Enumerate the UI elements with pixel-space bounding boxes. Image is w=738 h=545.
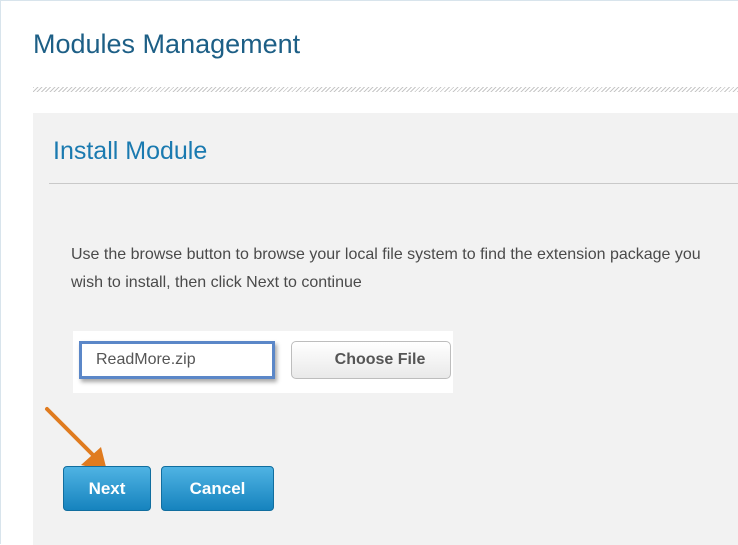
cancel-button[interactable]: Cancel — [161, 466, 274, 511]
next-button[interactable]: Next — [63, 466, 151, 511]
panel-title: Install Module — [53, 137, 208, 165]
selected-file-name[interactable]: ReadMore.zip — [79, 341, 275, 379]
page-frame: Modules Management Install Module Use th… — [0, 0, 738, 545]
choose-file-button[interactable]: Choose File — [291, 341, 451, 379]
panel-divider — [49, 183, 738, 184]
title-divider — [33, 87, 738, 92]
install-module-panel: Install Module Use the browse button to … — [33, 113, 738, 545]
instructions-text: Use the browse button to browse your loc… — [71, 246, 701, 291]
file-upload-widget: ReadMore.zip Choose File — [73, 331, 453, 393]
page-title: Modules Management — [33, 29, 301, 59]
